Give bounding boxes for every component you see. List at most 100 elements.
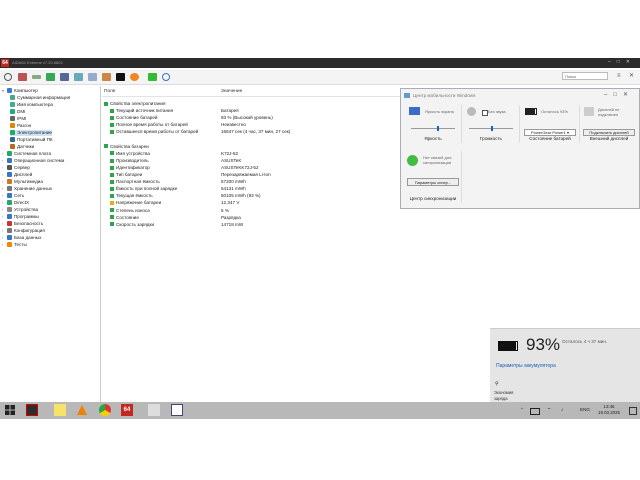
tree-item[interactable]: Портативный ПК <box>10 137 53 143</box>
property-value: 54131 mWh <box>221 186 246 192</box>
file-explorer-icon[interactable] <box>54 404 66 416</box>
column-header-value[interactable]: Значение <box>221 89 242 94</box>
property-name-text: Тип батареи <box>116 172 143 177</box>
report-icon[interactable] <box>18 73 27 81</box>
notifications-icon[interactable] <box>629 407 637 415</box>
tree-item[interactable]: › Дисплей <box>2 172 32 178</box>
tree-item[interactable]: › Хранение данных <box>2 186 52 192</box>
tree-item[interactable]: Разгон <box>10 123 31 129</box>
property-name[interactable]: Степень износа <box>110 207 150 214</box>
tools-icon[interactable] <box>102 73 111 81</box>
task-view-icon[interactable] <box>26 404 38 416</box>
users-icon[interactable] <box>88 73 97 81</box>
tree-item[interactable]: Имя компьютера <box>10 102 53 108</box>
section-header[interactable]: Свойства батареи <box>104 143 149 150</box>
close-icon[interactable]: ✕ <box>623 92 634 98</box>
property-name[interactable]: Состояние батарей <box>110 114 157 121</box>
battery-saver-tile[interactable]: ⚲ Экономия заряда <box>494 381 518 401</box>
volume-slider-thumb[interactable] <box>491 126 493 131</box>
search-input[interactable]: Поиск <box>562 72 608 80</box>
mobility-window-controls[interactable]: –□✕ <box>604 91 634 98</box>
maximize-icon[interactable]: □ <box>613 92 623 98</box>
property-name[interactable]: Производитель <box>110 157 149 164</box>
property-name[interactable]: Полное время работы от батарей <box>110 121 188 128</box>
tree-item[interactable]: IPMI <box>10 116 26 122</box>
memory-icon[interactable] <box>46 73 55 81</box>
tree-item-label: Компьютер <box>14 88 38 93</box>
tree-item[interactable]: › Тесты <box>2 242 27 248</box>
tree-item-icon <box>7 193 12 199</box>
section-header[interactable]: Свойства электропитания <box>104 100 165 107</box>
mobility-center-taskbar-icon[interactable] <box>171 404 183 416</box>
tray-volume-icon[interactable]: ♪ <box>561 407 563 412</box>
property-name[interactable]: Скорость зарядки <box>110 221 154 228</box>
vlc-icon[interactable] <box>76 404 88 416</box>
brightness-slider-thumb[interactable] <box>437 126 439 131</box>
tray-battery-icon[interactable] <box>530 408 540 415</box>
connect-display-button[interactable]: Подключить дисплей <box>583 129 635 136</box>
property-name[interactable]: Паспортная ёмкость <box>110 178 160 185</box>
language-indicator[interactable]: ENG <box>580 407 590 412</box>
tree-item[interactable]: › DirectX <box>2 200 29 206</box>
tree-item-icon <box>10 109 15 115</box>
property-icon <box>110 108 114 113</box>
property-name[interactable]: Текущий источник питания <box>110 107 173 114</box>
minimize-icon[interactable]: – <box>604 92 613 98</box>
tree-item[interactable]: › Мультимедиа <box>2 179 43 185</box>
property-name[interactable]: Ёмкость при полной зарядке <box>110 185 177 192</box>
property-value: ASUSTeK <box>221 157 242 163</box>
refresh-icon[interactable] <box>4 73 12 81</box>
property-name[interactable]: Состояние <box>110 214 139 221</box>
start-button[interactable] <box>4 404 16 416</box>
clock[interactable]: 13:46 19.03.2025 <box>598 404 620 416</box>
tree-item[interactable]: › Устройства <box>2 207 38 213</box>
tree-item[interactable]: › Программы <box>2 214 39 220</box>
battery-settings-link[interactable]: Параметры аккумулятора <box>496 363 556 369</box>
storage-icon[interactable] <box>60 73 69 81</box>
close-search-icon[interactable]: ✕ <box>629 73 636 80</box>
tree-item[interactable]: › Сервер <box>2 165 30 171</box>
tree-item[interactable]: › Операционная система <box>2 158 64 164</box>
tree-item[interactable]: › Системная плата <box>2 151 51 157</box>
tree-item[interactable]: › Сеть <box>2 193 24 199</box>
brightness-slider[interactable] <box>411 128 455 129</box>
motherboard-icon[interactable] <box>32 75 41 79</box>
property-name[interactable]: Тип батареи <box>110 171 142 178</box>
network-icon[interactable] <box>74 73 83 81</box>
tree-item[interactable]: Электропитание <box>10 130 52 136</box>
tray-chevron-icon[interactable]: ⌃ <box>520 407 524 413</box>
property-name[interactable]: Напряжение батареи <box>110 199 161 206</box>
window-controls[interactable]: –□✕ <box>608 59 636 65</box>
column-header-field[interactable]: Поле <box>104 89 115 94</box>
tree-item[interactable]: › Безопасность <box>2 221 43 227</box>
tree-item[interactable]: › База данных <box>2 235 41 241</box>
tree-item[interactable]: Суммарная информация <box>10 95 70 101</box>
paint-icon[interactable] <box>148 404 160 416</box>
tray-network-icon[interactable]: ⌔ <box>547 407 551 413</box>
benchmark-icon[interactable] <box>116 73 125 81</box>
property-icon <box>110 115 114 120</box>
property-name[interactable]: Идентификатор <box>110 164 150 171</box>
power-plan-select[interactable]: PowerGear Power1 ▾ <box>524 129 576 136</box>
property-name[interactable]: Имя устройства <box>110 150 150 157</box>
sync-settings-button[interactable]: Параметры синхр... <box>407 178 459 186</box>
stopwatch-icon[interactable] <box>130 73 139 81</box>
minimize-icon[interactable]: – <box>608 59 617 65</box>
tree-item[interactable]: DMI <box>10 109 25 115</box>
maximize-icon[interactable]: □ <box>617 59 626 65</box>
property-name[interactable]: Текущая ёмкость <box>110 192 153 199</box>
chrome-icon[interactable] <box>99 404 111 416</box>
tree-item[interactable]: › Конфигурация <box>2 228 45 234</box>
download-icon[interactable] <box>148 73 157 81</box>
search-icon[interactable] <box>162 73 170 81</box>
close-icon[interactable]: ✕ <box>626 59 636 65</box>
aida64-taskbar-icon[interactable]: 64 <box>121 404 133 416</box>
external-display-label: Внешний дисплей <box>589 136 629 141</box>
menu-icon[interactable]: ≡ <box>617 73 624 80</box>
tree-item[interactable]: ▾ Компьютер <box>2 88 38 94</box>
property-name[interactable]: Оставшееся время работы от батарей <box>110 128 198 135</box>
mobility-center-icon <box>404 93 410 98</box>
property-icon <box>110 158 114 163</box>
property-name-text: Имя устройства <box>116 150 150 156</box>
tree-item[interactable]: Датчики <box>10 144 34 150</box>
